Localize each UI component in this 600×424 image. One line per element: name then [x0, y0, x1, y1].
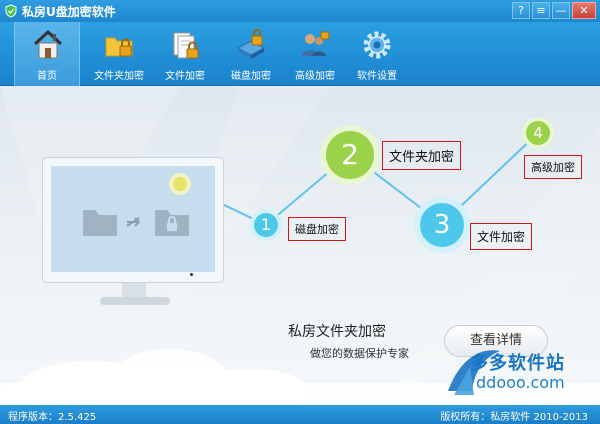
- help-button[interactable]: ?: [512, 2, 530, 19]
- close-button[interactable]: ✕: [572, 2, 596, 19]
- step-4-circle[interactable]: 4: [522, 117, 554, 149]
- version-text: 程序版本：2.5.425: [8, 412, 97, 423]
- step-3-circle[interactable]: 3: [414, 197, 470, 253]
- tab-home[interactable]: 首页: [14, 22, 80, 86]
- folder-lock-icon: [105, 37, 133, 57]
- gear-icon: [363, 31, 391, 59]
- shield-logo-icon: [5, 4, 17, 18]
- promo-title: 私房文件夹加密: [288, 324, 386, 340]
- tab-file-encrypt[interactable]: 文件加密: [152, 22, 218, 86]
- step-2-label[interactable]: 文件夹加密: [382, 141, 462, 170]
- minimize-button[interactable]: —: [552, 2, 570, 19]
- tab-settings[interactable]: 软件设置: [344, 22, 410, 86]
- tab-advanced-encrypt[interactable]: 高级加密: [282, 22, 348, 86]
- users-lock-icon: [302, 31, 330, 56]
- window-title: 私房U盘加密软件: [22, 5, 116, 19]
- step-1-label[interactable]: 磁盘加密: [288, 217, 346, 241]
- start-point-icon: [169, 173, 191, 195]
- tab-advanced-encrypt-label: 高级加密: [295, 71, 335, 82]
- tab-folder-encrypt[interactable]: 文件夹加密: [86, 22, 152, 86]
- copyright-text: 版权所有：私房软件 2010-2013: [440, 412, 588, 423]
- tab-file-encrypt-label: 文件加密: [165, 71, 205, 82]
- step-2-circle[interactable]: 2: [320, 125, 380, 185]
- title-bar: 私房U盘加密软件 ? ≡ — ✕: [0, 0, 600, 22]
- tab-disk-encrypt-label: 磁盘加密: [231, 71, 271, 82]
- monitor-illustration: [42, 157, 224, 283]
- status-bar: 程序版本：2.5.425 版权所有：私房软件 2010-2013: [0, 405, 600, 424]
- watermark-en-text: ddooo.com: [476, 373, 565, 392]
- home-icon: [33, 29, 63, 59]
- promo-subtitle: 做您的数据保护专家: [310, 347, 409, 360]
- watermark-cn-text: 多多软件站: [470, 353, 565, 374]
- step-3-label[interactable]: 文件加密: [470, 223, 533, 250]
- main-toolbar: 首页 文件夹加密 文件加密 磁盘加密 高级加密 软件设置: [0, 22, 600, 86]
- step-4-label[interactable]: 高级加密: [524, 155, 582, 179]
- file-lock-icon: [173, 32, 199, 59]
- menu-button[interactable]: ≡: [532, 2, 550, 19]
- disk-lock-icon: [236, 29, 266, 59]
- tab-settings-label: 软件设置: [357, 71, 397, 82]
- tab-folder-encrypt-label: 文件夹加密: [94, 71, 144, 82]
- step-1-circle[interactable]: 1: [250, 209, 282, 241]
- home-panel: 1 2 3 4 磁盘加密 文件夹加密 文件加密 高级加密 私房文件夹加密 做您的…: [0, 87, 600, 405]
- tab-home-label: 首页: [37, 71, 57, 82]
- tab-disk-encrypt[interactable]: 磁盘加密: [218, 22, 284, 86]
